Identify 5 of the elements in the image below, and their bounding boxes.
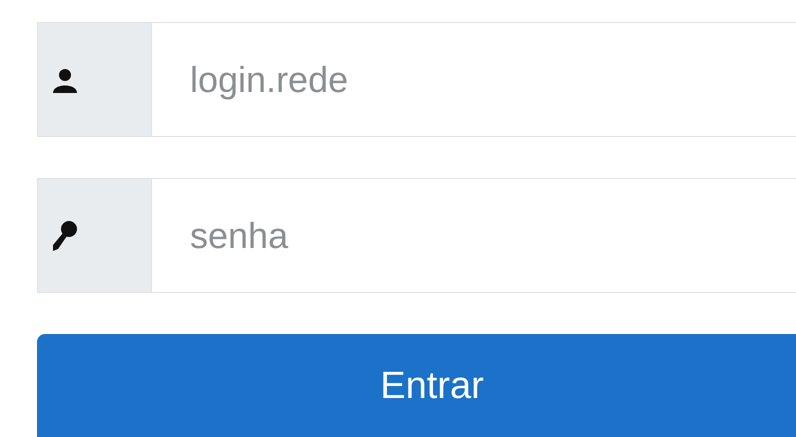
- login-button[interactable]: Entrar: [37, 334, 796, 437]
- password-field[interactable]: senha: [152, 178, 796, 293]
- login-field[interactable]: login.rede: [152, 22, 796, 137]
- user-icon: [52, 66, 78, 92]
- key-icon: [52, 220, 78, 250]
